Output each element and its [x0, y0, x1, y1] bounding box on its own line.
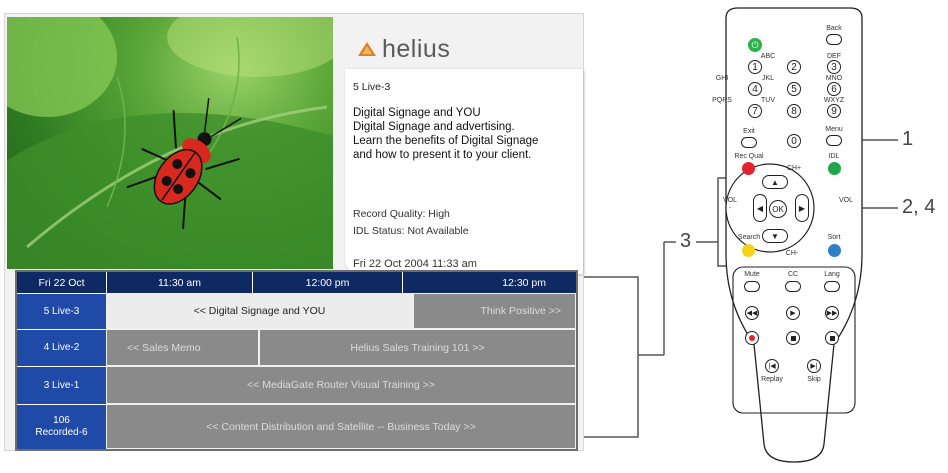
key-9[interactable]: 9: [827, 104, 841, 118]
skip-label: Skip: [807, 376, 821, 383]
replay-label: Replay: [761, 376, 783, 383]
fast-forward-icon[interactable]: ▶▶: [825, 306, 839, 320]
search-label: Search: [737, 234, 761, 241]
key-letters: WXYZ: [823, 97, 845, 104]
callout-2-4: 2, 4: [902, 196, 936, 218]
key-letters: TUV: [761, 97, 775, 104]
menu-label: Menu: [825, 126, 843, 133]
record-button[interactable]: [745, 331, 759, 345]
key-letters: JKL: [761, 75, 775, 82]
key-letters: GHI: [715, 75, 729, 82]
menu-button[interactable]: [826, 135, 842, 146]
green-idl-button[interactable]: [828, 162, 841, 175]
ch-up-button[interactable]: ▲: [762, 175, 788, 189]
key-5[interactable]: 5: [787, 82, 801, 96]
key-4[interactable]: 4: [748, 82, 762, 96]
key-8[interactable]: 8: [787, 104, 801, 118]
skip-icon[interactable]: ▶|: [807, 359, 821, 373]
key-3[interactable]: 3: [827, 60, 841, 74]
vol-minus-sign: -: [728, 205, 732, 212]
exit-label: Exit: [743, 128, 755, 135]
play-icon[interactable]: ▶: [786, 306, 800, 320]
key-letters: PQRS: [712, 97, 732, 104]
key-1[interactable]: 1: [748, 60, 762, 74]
vol-minus-label: VOL: [722, 197, 737, 204]
stop-icon: [790, 335, 796, 341]
record-icon: [749, 335, 755, 341]
callout-1: 1: [902, 128, 914, 150]
lang-label: Lang: [824, 271, 840, 278]
key-letters: DEF: [827, 53, 841, 60]
rewind-icon[interactable]: ◀◀: [745, 306, 759, 320]
sort-label: Sort: [827, 234, 841, 241]
mute-label: Mute: [744, 271, 760, 278]
vol-plus-label: VOL: [838, 197, 853, 204]
key-letters: ABC: [760, 53, 776, 60]
rec-qual-label: Rec Qual: [734, 153, 764, 160]
vol-up-button[interactable]: ▶: [795, 194, 809, 222]
ok-button[interactable]: OK: [769, 200, 787, 218]
key-6[interactable]: 6: [827, 82, 841, 96]
idl-label: IDL: [828, 153, 840, 160]
ch-plus-label: CH+: [786, 165, 802, 172]
stop-icon: [829, 335, 835, 341]
stop-button[interactable]: [786, 331, 800, 345]
yellow-search-button[interactable]: [742, 244, 755, 257]
blue-sort-button[interactable]: [828, 244, 841, 257]
ch-minus-label: CH-: [785, 250, 799, 257]
callout-3: 3: [680, 230, 692, 252]
back-label: Back: [826, 25, 842, 32]
key-0[interactable]: 0: [787, 134, 801, 148]
red-rec-qual-button[interactable]: [742, 162, 755, 175]
mute-button[interactable]: [744, 281, 760, 292]
cc-button[interactable]: [785, 281, 801, 292]
lang-button[interactable]: [824, 281, 840, 292]
key-7[interactable]: 7: [748, 104, 762, 118]
power-button[interactable]: ⏻: [748, 38, 762, 52]
remote-control: ⏻ Back ABC DEF GHI JKL MNO PQRS TUV WXYZ…: [712, 4, 872, 466]
replay-icon[interactable]: |◀: [765, 359, 779, 373]
key-2[interactable]: 2: [787, 60, 801, 74]
key-letters: MNO: [825, 75, 843, 82]
pause-button[interactable]: [825, 331, 839, 345]
vol-down-button[interactable]: ◀: [753, 194, 767, 222]
exit-button[interactable]: [741, 137, 757, 148]
back-button[interactable]: [826, 34, 842, 45]
cc-label: CC: [787, 271, 799, 278]
